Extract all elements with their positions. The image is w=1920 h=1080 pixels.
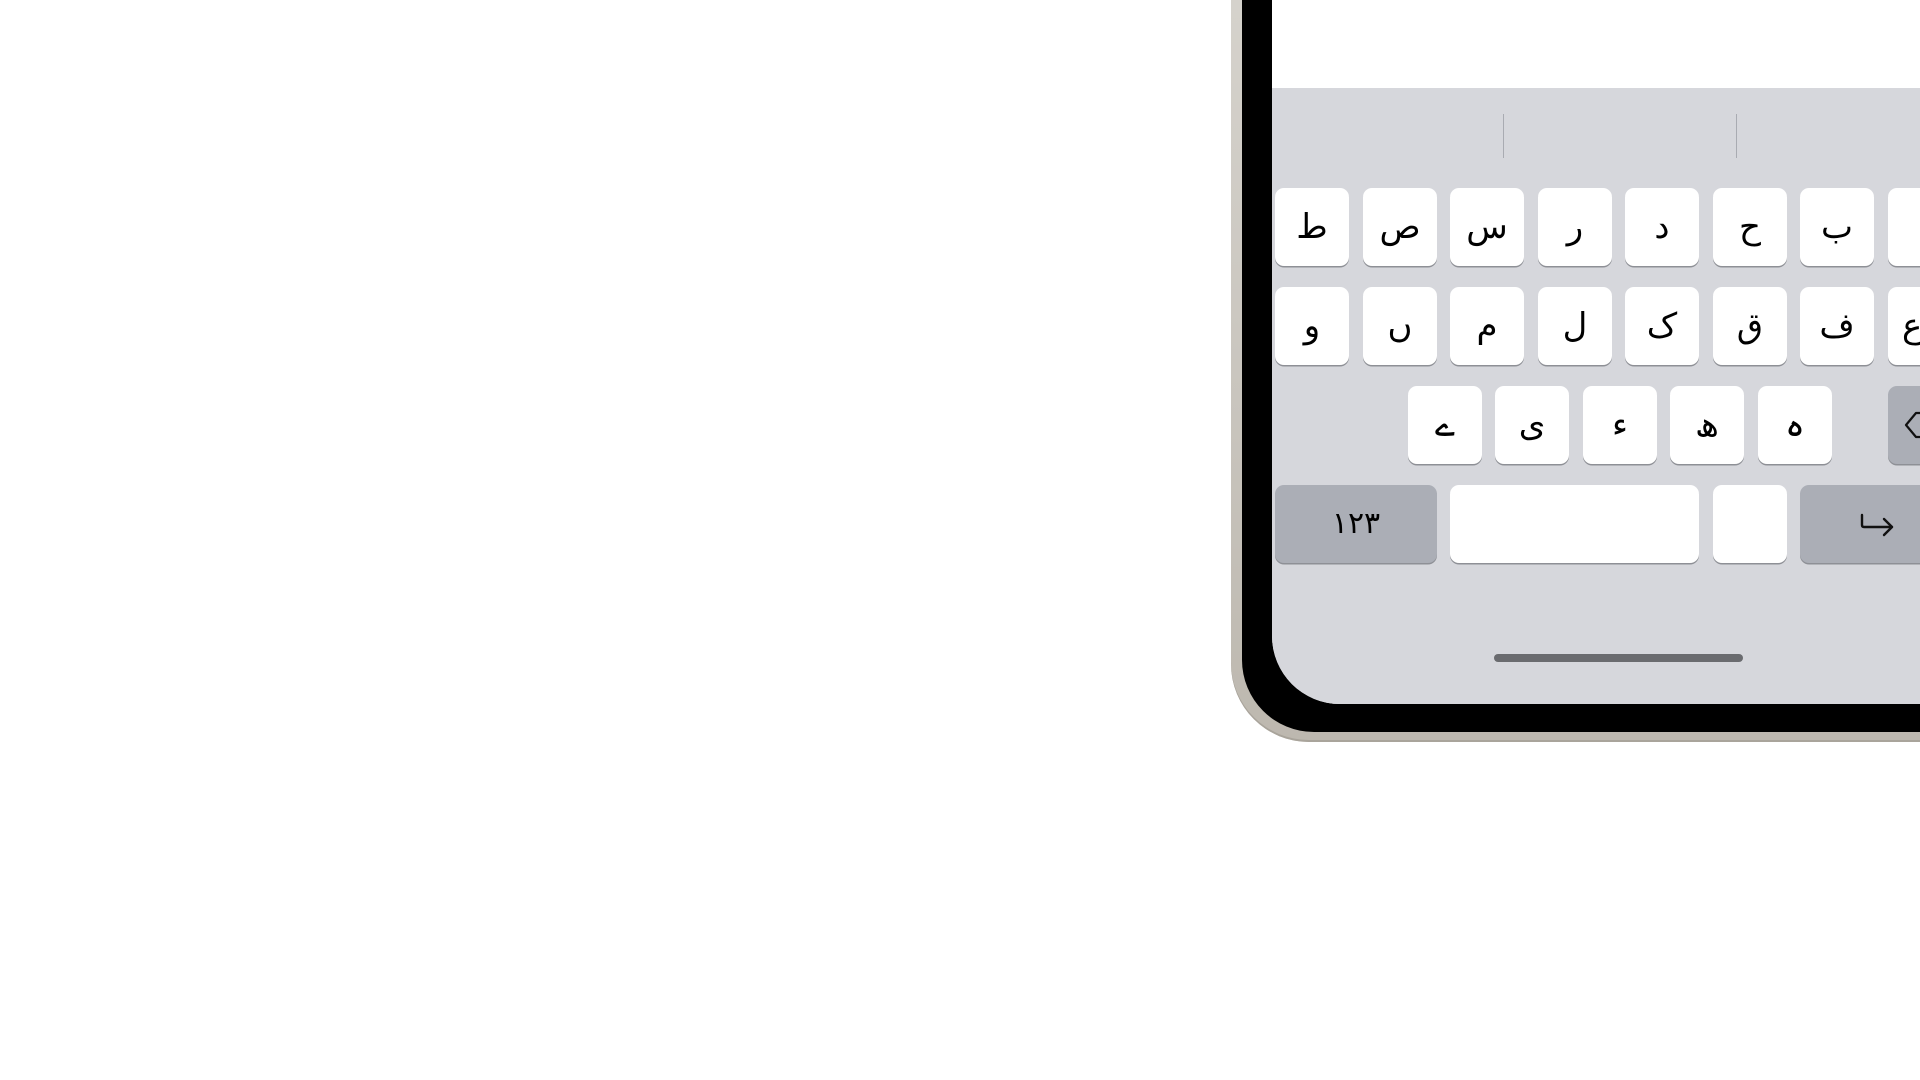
key-row2-4[interactable]: ل (1538, 287, 1612, 365)
delete-backspace-icon (1904, 410, 1920, 440)
key-row1-4[interactable]: ر (1538, 188, 1612, 266)
key-label: و (1303, 306, 1321, 346)
phone-screen: ط ص س ر د ح ب و ں م ل ک ق ف ع ے ی ء ھ ہ (1272, 0, 1920, 704)
key-label: ص (1379, 207, 1421, 247)
key-row1-3[interactable]: س (1450, 188, 1524, 266)
delete-key[interactable] (1888, 386, 1920, 464)
key-label: ق (1736, 306, 1764, 346)
key-row2-7[interactable]: ف (1800, 287, 1874, 365)
key-row3-4[interactable]: ھ (1670, 386, 1744, 464)
key-row1-6[interactable]: ح (1713, 188, 1787, 266)
key-row1-2[interactable]: ص (1363, 188, 1437, 266)
key-label: ک (1646, 306, 1678, 346)
key-row3-5[interactable]: ہ (1758, 386, 1832, 464)
key-label: ط (1296, 207, 1328, 247)
punctuation-key[interactable] (1713, 485, 1787, 563)
key-label: س (1466, 207, 1508, 247)
key-row3-2[interactable]: ی (1495, 386, 1569, 464)
key-label: ل (1562, 306, 1588, 346)
key-label: ب (1820, 207, 1853, 247)
numbers-key[interactable]: ۱۲۳ (1275, 485, 1437, 563)
key-row1-7[interactable]: ب (1800, 188, 1874, 266)
keyboard: ط ص س ر د ح ب و ں م ل ک ق ف ع ے ی ء ھ ہ (1272, 88, 1920, 704)
key-row2-8[interactable]: ع (1888, 287, 1920, 365)
key-label: ف (1819, 306, 1855, 346)
key-row3-1[interactable]: ے (1408, 386, 1482, 464)
key-label: ی (1518, 405, 1546, 445)
stage: ط ص س ر د ح ب و ں م ل ک ق ف ع ے ی ء ھ ہ (0, 0, 1920, 1080)
key-label: د (1654, 207, 1670, 247)
key-label: ہ (1785, 405, 1805, 445)
key-row2-2[interactable]: ں (1363, 287, 1437, 365)
key-label: ں (1387, 306, 1413, 346)
suggestion-divider (1736, 114, 1737, 158)
home-indicator[interactable] (1494, 654, 1743, 662)
key-label: ح (1739, 207, 1761, 247)
return-key[interactable] (1800, 485, 1920, 563)
key-label: ع (1902, 306, 1920, 346)
numbers-key-label: ۱۲۳ (1331, 506, 1381, 541)
key-row2-6[interactable]: ق (1713, 287, 1787, 365)
space-key[interactable] (1450, 485, 1699, 563)
key-label: ھ (1695, 405, 1719, 445)
return-arrow-icon (1858, 509, 1898, 539)
key-label: م (1476, 306, 1498, 346)
suggestion-divider (1503, 114, 1504, 158)
key-row2-1[interactable]: و (1275, 287, 1349, 365)
key-row1-5[interactable]: د (1625, 188, 1699, 266)
key-label: ء (1612, 405, 1628, 445)
key-label: ے (1435, 405, 1455, 445)
key-label: ر (1566, 207, 1584, 247)
key-row2-3[interactable]: م (1450, 287, 1524, 365)
key-row3-3[interactable]: ء (1583, 386, 1657, 464)
key-row1-1[interactable]: ط (1275, 188, 1349, 266)
key-row1-8[interactable] (1888, 188, 1920, 266)
key-row2-5[interactable]: ک (1625, 287, 1699, 365)
